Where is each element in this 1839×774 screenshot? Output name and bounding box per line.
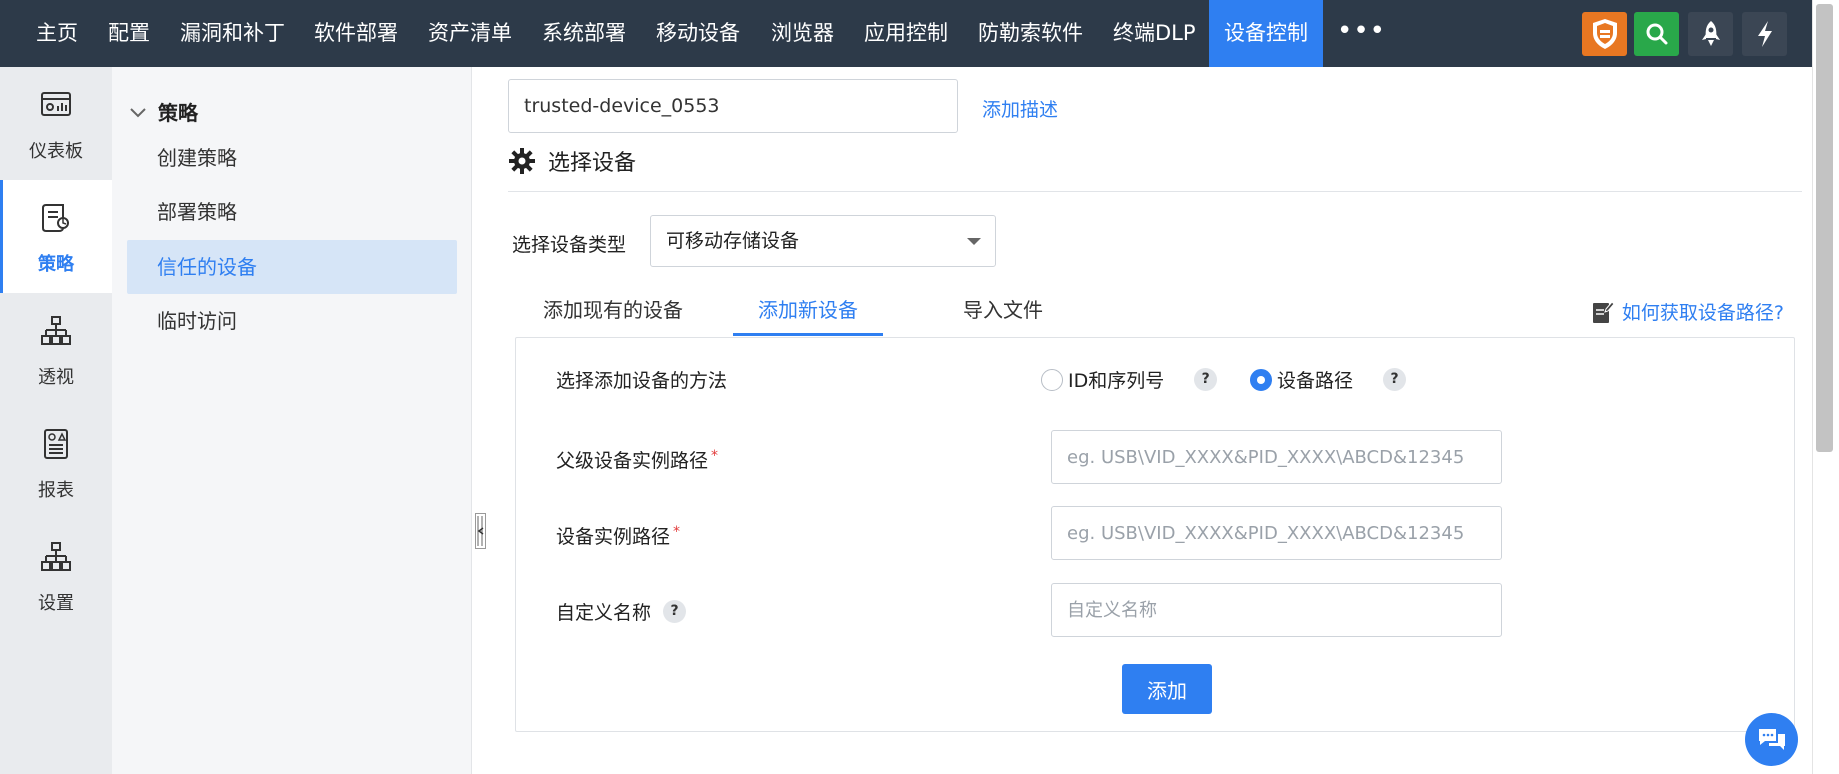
help-icon[interactable]: ? — [1383, 368, 1407, 391]
nav-inventory[interactable]: 资产清单 — [412, 0, 528, 67]
tab-add-existing-device[interactable]: 添加现有的设备 — [538, 284, 688, 336]
nav-home[interactable]: 主页 — [20, 0, 94, 67]
submenu-heading-label: 策略 — [158, 101, 198, 125]
radio-label: 设备路径 — [1277, 370, 1354, 392]
rail-label: 报表 — [38, 480, 74, 501]
add-new-device-panel: 选择添加设备的方法 ID和序列号 ? 设备路径 ? 父级设备实例路径 * 设备实… — [515, 337, 1795, 732]
how-to-get-device-path-link[interactable]: 如何获取设备路径? — [1592, 298, 1784, 325]
edit-document-icon — [1592, 300, 1614, 323]
rail-item-settings[interactable]: 设置 — [0, 519, 112, 632]
radio-device-path[interactable]: 设备路径 ? — [1250, 366, 1407, 393]
help-icon[interactable]: ? — [663, 600, 687, 623]
rail-item-reports[interactable]: 报表 — [0, 406, 112, 519]
rail-label: 设置 — [38, 593, 74, 614]
chat-icon — [1758, 728, 1785, 750]
section-select-device: 选择设备 — [508, 145, 636, 177]
device-type-label: 选择设备类型 — [512, 234, 627, 256]
nav-app-control[interactable]: 应用控制 — [848, 0, 964, 67]
tab-import-file[interactable]: 导入文件 — [928, 284, 1078, 336]
submenu-item-trusted-devices[interactable]: 信任的设备 — [127, 240, 457, 294]
nav-ransomware[interactable]: 防勒索软件 — [962, 0, 1099, 67]
rail-item-dashboard[interactable]: 仪表板 — [0, 67, 112, 180]
radio-id-serial[interactable]: ID和序列号 ? — [1041, 366, 1218, 393]
rail-item-policy[interactable]: 策略 — [0, 180, 112, 293]
custom-name-input[interactable] — [1051, 583, 1502, 637]
scrollbar-thumb[interactable] — [1816, 4, 1833, 452]
dashboard-icon — [38, 87, 74, 123]
chevron-down-icon — [130, 107, 146, 117]
add-button[interactable]: 添加 — [1122, 664, 1212, 714]
device-type-select[interactable]: 可移动存储设备 — [650, 215, 996, 267]
nav-os-deploy[interactable]: 系统部署 — [526, 0, 642, 67]
submenu-heading[interactable]: 策略 — [128, 97, 198, 126]
custom-name-label: 自定义名称 ? — [556, 598, 687, 625]
submenu-item-temporary-access[interactable]: 临时访问 — [127, 294, 457, 348]
policy-name-input[interactable] — [508, 79, 958, 133]
rail-item-insight[interactable]: 透视 — [0, 293, 112, 406]
radio-label: ID和序列号 — [1068, 370, 1165, 392]
module-rail: 仪表板 策略 透视 报表 设置 — [0, 67, 112, 774]
help-link-label: 如何获取设备路径? — [1621, 302, 1784, 324]
search-icon[interactable] — [1634, 12, 1679, 56]
nav-software-deploy[interactable]: 软件部署 — [298, 0, 414, 67]
nav-device-control[interactable]: 设备控制 — [1209, 0, 1323, 67]
device-path-label: 设备实例路径 * — [556, 522, 680, 549]
method-label: 选择添加设备的方法 — [556, 370, 728, 392]
required-mark: * — [673, 523, 681, 540]
section-divider — [508, 191, 1802, 192]
device-path-input[interactable] — [1051, 506, 1502, 560]
parent-path-label-text: 父级设备实例路径 — [556, 450, 709, 472]
submenu-item-deploy-policy[interactable]: 部署策略 — [127, 185, 457, 239]
submenu-item-create-policy[interactable]: 创建策略 — [127, 131, 457, 185]
bolt-icon[interactable] — [1742, 12, 1787, 56]
gear-icon — [509, 148, 535, 174]
settings-icon — [38, 539, 74, 575]
device-type-value: 可移动存储设备 — [666, 230, 800, 252]
parent-path-label: 父级设备实例路径 * — [556, 446, 718, 473]
rail-label: 仪表板 — [29, 141, 83, 162]
nav-vulnerabilities[interactable]: 漏洞和补丁 — [164, 0, 301, 67]
add-description-link[interactable]: 添加描述 — [982, 95, 1058, 122]
radio-button-selected[interactable] — [1250, 368, 1272, 391]
nav-mobile[interactable]: 移动设备 — [640, 0, 756, 67]
policy-submenu: 策略 创建策略 部署策略 信任的设备 临时访问 — [112, 67, 472, 774]
nav-browser[interactable]: 浏览器 — [755, 0, 850, 67]
nav-dlp[interactable]: 终端DLP — [1097, 0, 1212, 67]
shield-icon[interactable] — [1582, 12, 1627, 56]
caret-down-icon — [967, 238, 981, 245]
tab-add-new-device[interactable]: 添加新设备 — [733, 284, 883, 336]
top-navigation: 主页 配置 漏洞和补丁 软件部署 资产清单 系统部署 移动设备 浏览器 应用控制… — [0, 0, 1812, 67]
help-icon[interactable]: ? — [1194, 368, 1218, 391]
nav-config[interactable]: 配置 — [92, 0, 166, 67]
policy-icon — [38, 200, 74, 236]
report-icon — [38, 426, 74, 462]
rocket-icon[interactable] — [1688, 12, 1733, 56]
more-menu-icon[interactable]: ••• — [1337, 0, 1386, 67]
radio-button[interactable] — [1041, 368, 1063, 391]
insight-icon — [38, 313, 74, 349]
main-content: 添加描述 选择设备 选择设备类型 可移动存储设备 添加现有的设备 添加新设备 导… — [472, 67, 1812, 774]
rail-label: 策略 — [38, 254, 74, 275]
section-title: 选择设备 — [548, 151, 637, 176]
required-mark: * — [711, 447, 719, 464]
rail-label: 透视 — [38, 367, 74, 388]
chat-support-button[interactable] — [1745, 713, 1798, 766]
custom-name-label-text: 自定义名称 — [556, 602, 652, 624]
parent-device-path-input[interactable] — [1051, 430, 1502, 484]
device-path-label-text: 设备实例路径 — [556, 526, 671, 548]
